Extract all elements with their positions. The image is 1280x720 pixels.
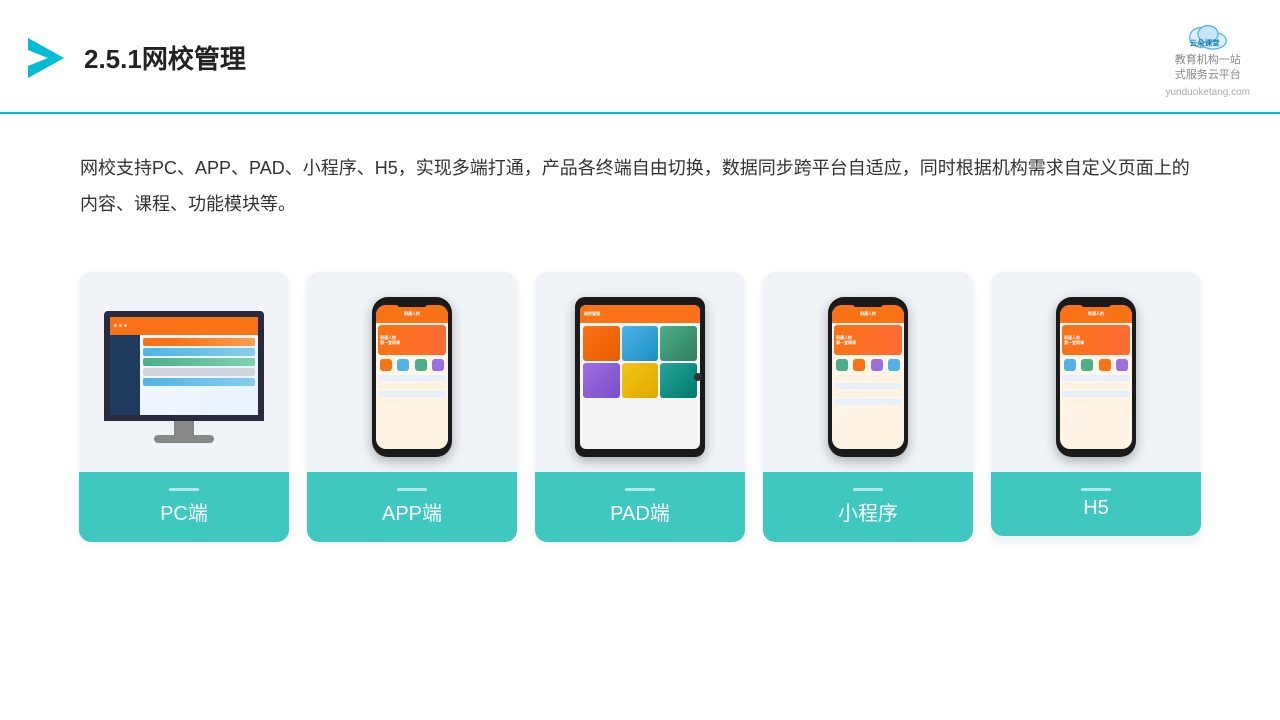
description-text: 网校支持PC、APP、PAD、小程序、H5，实现多端打通，产品各终端自由切换，数… (0, 114, 1280, 242)
card-app: 职通人的 职通人的第一堂网课 (307, 272, 517, 542)
phone-mockup-mini: 职通人的 职通人的第一堂网课 (828, 297, 908, 457)
brand-logo-img: 云朵课堂 (1183, 18, 1233, 50)
card-app-label: APP端 (307, 472, 517, 542)
card-h5-image: 职通人的 职通人的第一堂网课 (991, 272, 1201, 472)
card-miniprogram: 职通人的 职通人的第一堂网课 (763, 272, 973, 542)
logo-arrow-icon (20, 34, 68, 82)
card-miniprogram-image: 职通人的 职通人的第一堂网课 (763, 272, 973, 472)
monitor-screen (104, 311, 264, 421)
header-left: 2.5.1网校管理 (20, 34, 246, 82)
card-pad-image: 网校管理 (535, 272, 745, 472)
header: 2.5.1网校管理 云朵课堂 教育机构一站 式服务云平台 yunduoketan… (0, 0, 1280, 114)
card-pad-label: PAD端 (535, 472, 745, 542)
card-miniprogram-label: 小程序 (763, 472, 973, 542)
card-pc-image (79, 272, 289, 472)
monitor-mockup (104, 311, 264, 443)
cards-container: PC端 职通人的 职通人的第一堂网课 (0, 252, 1280, 572)
brand-slogan: 教育机构一站 式服务云平台 (1175, 53, 1241, 84)
card-app-image: 职通人的 职通人的第一堂网课 (307, 272, 517, 472)
card-h5: 职通人的 职通人的第一堂网课 (991, 272, 1201, 542)
tablet-mockup: 网校管理 (575, 297, 705, 457)
page-title: 2.5.1网校管理 (84, 39, 246, 76)
card-pc: PC端 (79, 272, 289, 542)
phone-mockup-app: 职通人的 职通人的第一堂网课 (372, 297, 452, 457)
card-h5-label: H5 (991, 472, 1201, 536)
description-paragraph: 网校支持PC、APP、PAD、小程序、H5，实现多端打通，产品各终端自由切换，数… (80, 150, 1200, 222)
phone-mockup-h5: 职通人的 职通人的第一堂网课 (1056, 297, 1136, 457)
brand-url: yunduoketang.com (1165, 87, 1250, 98)
card-pc-label: PC端 (79, 472, 289, 542)
card-pad: 网校管理 PAD端 (535, 272, 745, 542)
brand-logo: 云朵课堂 教育机构一站 式服务云平台 yunduoketang.com (1165, 18, 1250, 98)
cloud-icon: 云朵课堂 (1183, 18, 1233, 50)
svg-text:云朵课堂: 云朵课堂 (1189, 38, 1219, 48)
